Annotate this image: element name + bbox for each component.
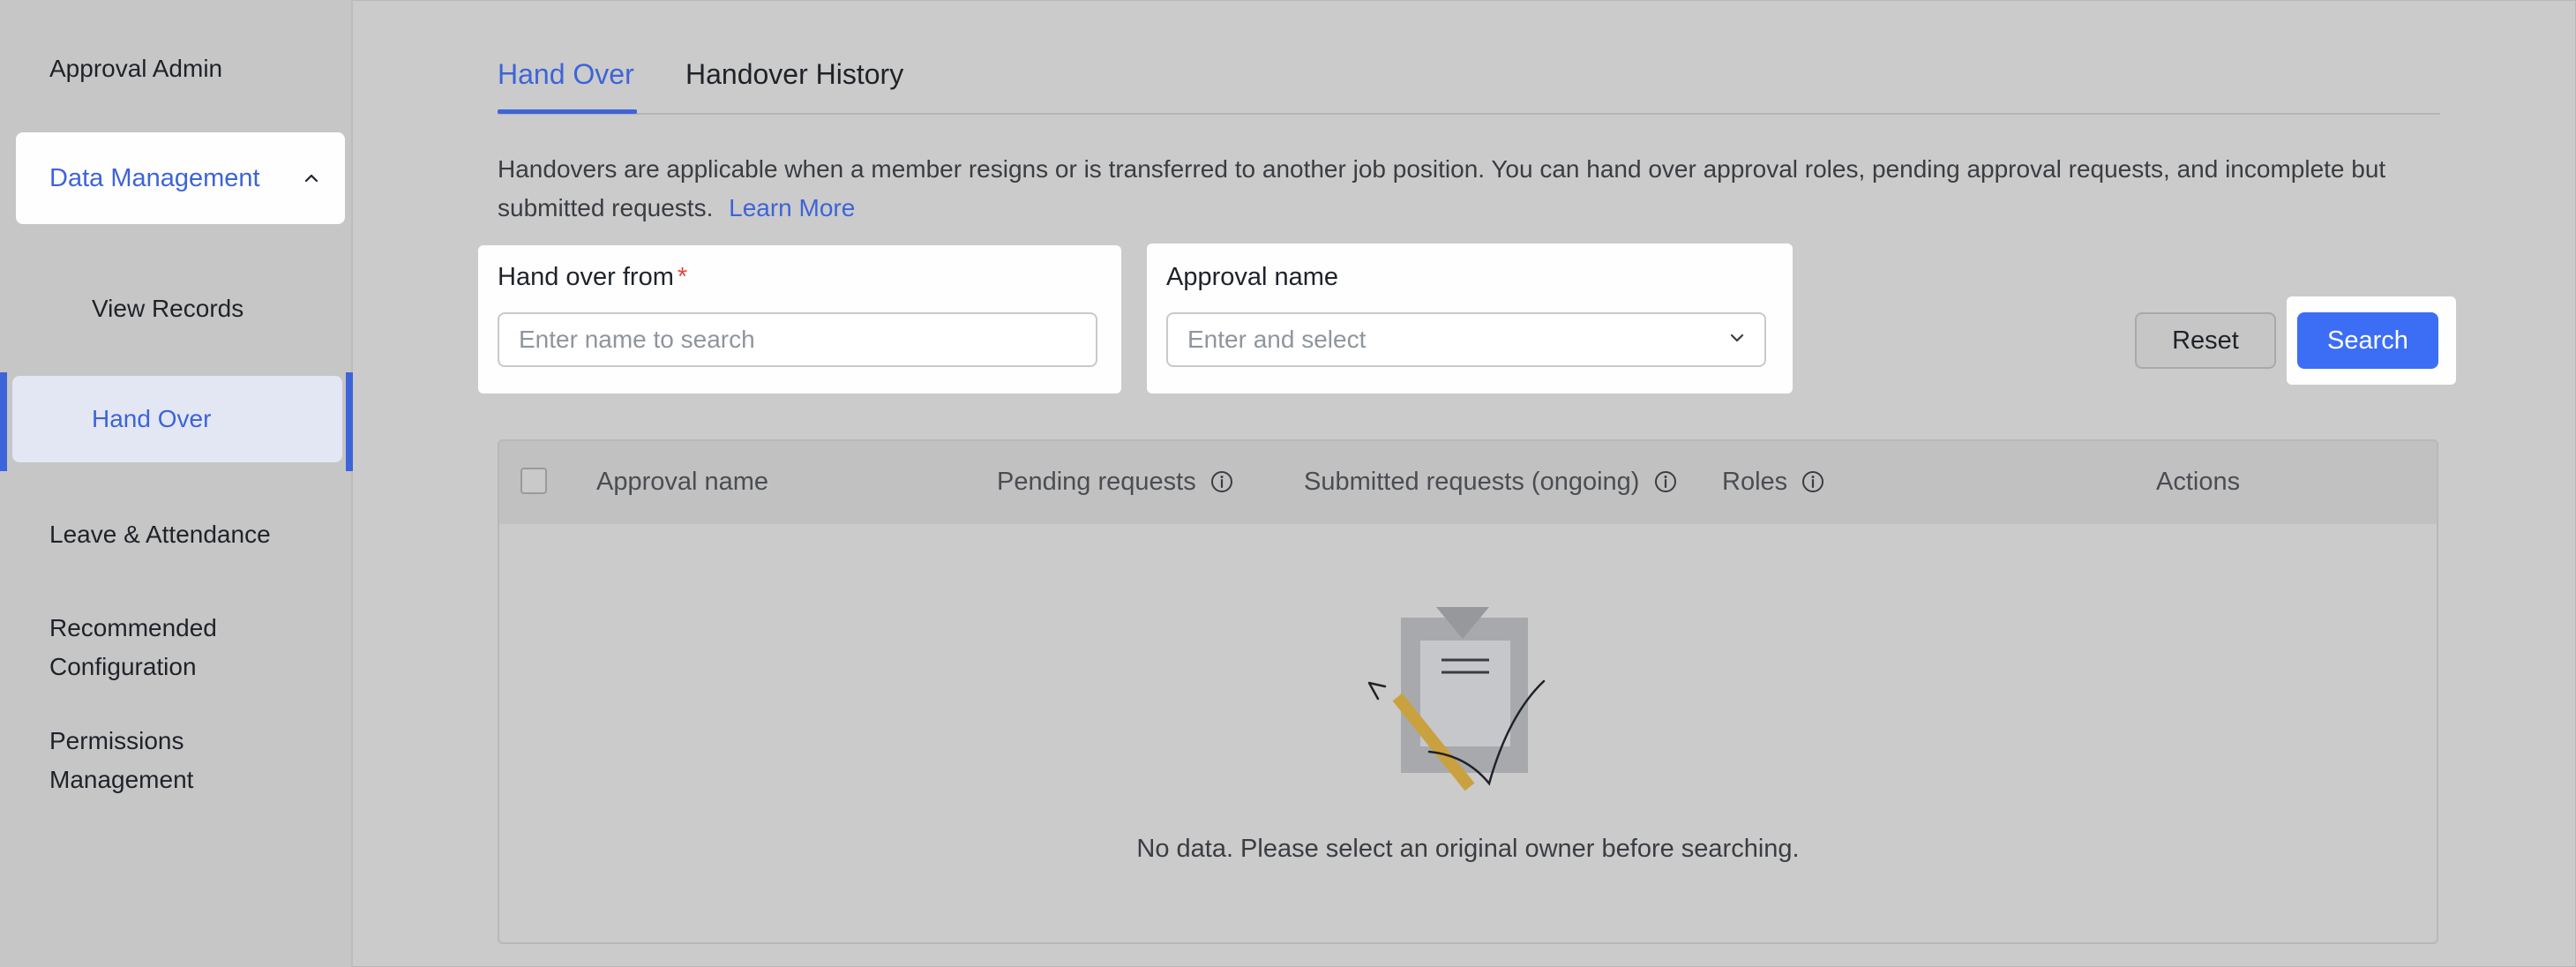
sidebar-item-label: Hand Over xyxy=(92,405,212,432)
sidebar-item-recommended-configuration[interactable]: Recommended Configuration xyxy=(49,609,217,686)
column-roles: Roles xyxy=(1722,462,1824,501)
tab-hand-over[interactable]: Hand Over xyxy=(498,55,634,94)
sidebar-item-label: Recommended xyxy=(49,614,217,641)
hand-over-from-card: Hand over from * xyxy=(478,245,1121,394)
column-pending-requests: Pending requests xyxy=(997,462,1233,501)
column-submitted-requests: Submitted requests (ongoing) xyxy=(1304,462,1677,501)
column-label: Roles xyxy=(1722,468,1788,496)
info-icon[interactable] xyxy=(1210,470,1233,493)
column-label: Pending requests xyxy=(997,468,1196,496)
sidebar-item-label: Leave & Attendance xyxy=(49,521,271,548)
tab-active-underline xyxy=(498,109,637,114)
column-actions: Actions xyxy=(2156,468,2241,496)
empty-state-illustration xyxy=(1367,607,1546,791)
search-button[interactable]: Search xyxy=(2297,312,2438,369)
sidebar-item-approval-admin[interactable]: Approval Admin xyxy=(49,49,222,88)
column-label: Submitted requests (ongoing) xyxy=(1304,468,1640,496)
sidebar-item-hand-over[interactable]: Hand Over xyxy=(12,376,342,462)
table-header: Approval name Pending requests Submitted… xyxy=(499,441,2437,524)
info-icon[interactable] xyxy=(1801,470,1824,493)
approval-name-select[interactable] xyxy=(1166,312,1766,367)
sidebar-item-view-records[interactable]: View Records xyxy=(92,289,243,328)
tab-divider xyxy=(498,113,2440,115)
chevron-up-icon[interactable] xyxy=(303,169,320,187)
active-indicator-right xyxy=(346,372,353,471)
search-button-highlight: Search xyxy=(2287,296,2456,385)
handover-table: Approval name Pending requests Submitted… xyxy=(498,439,2438,944)
sidebar-item-label: Management xyxy=(49,766,194,793)
empty-state-message: No data. Please select an original owner… xyxy=(1136,835,1800,863)
chevron-down-icon[interactable] xyxy=(1727,328,1747,348)
hand-over-from-input[interactable] xyxy=(498,312,1097,367)
sidebar-item-label: View Records xyxy=(92,295,244,322)
field-label-text: Hand over from xyxy=(498,263,674,291)
tab-handover-history[interactable]: Handover History xyxy=(685,55,903,94)
hand-over-from-label: Hand over from * xyxy=(498,259,687,295)
reset-button[interactable]: Reset xyxy=(2135,312,2276,369)
sidebar: Approval Admin Data Management View Reco… xyxy=(0,0,353,967)
learn-more-link[interactable]: Learn More xyxy=(729,194,855,221)
sidebar-item-label: Approval Admin xyxy=(49,55,223,82)
sidebar-item-label: Permissions xyxy=(49,727,184,754)
sidebar-item-permissions-management[interactable]: Permissions Management xyxy=(49,722,193,799)
sidebar-item-leave-attendance[interactable]: Leave & Attendance xyxy=(49,515,271,554)
column-approval-name: Approval name xyxy=(596,468,769,496)
required-mark: * xyxy=(677,263,688,291)
sidebar-item-label: Configuration xyxy=(49,653,197,680)
handover-description: Handovers are applicable when a member r… xyxy=(498,150,2438,228)
active-indicator xyxy=(0,372,7,471)
sidebar-group-data-management[interactable]: Data Management xyxy=(16,132,345,224)
select-all-checkbox[interactable] xyxy=(520,468,547,494)
info-icon[interactable] xyxy=(1654,470,1677,493)
sidebar-group-label: Data Management xyxy=(49,164,260,192)
approval-name-card: Approval name xyxy=(1147,244,1793,394)
approval-name-label: Approval name xyxy=(1166,263,1339,291)
